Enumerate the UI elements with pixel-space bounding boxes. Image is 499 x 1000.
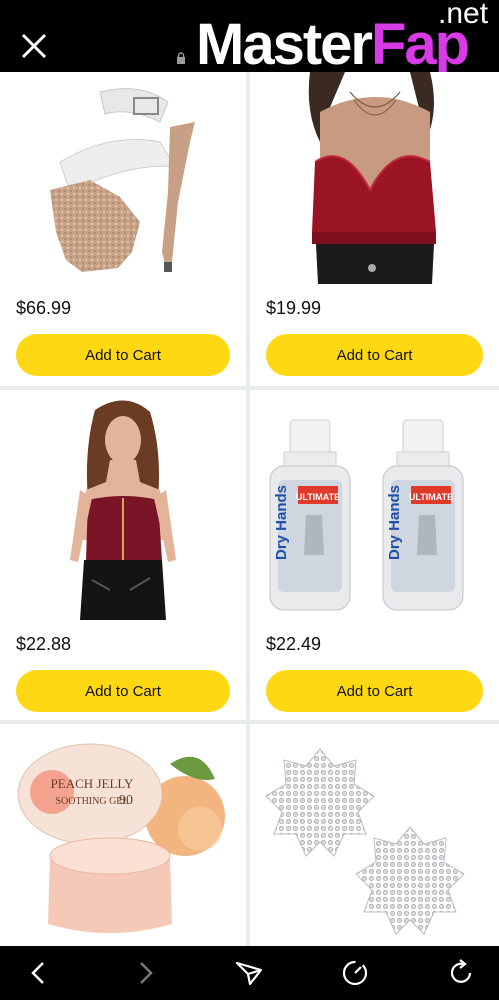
svg-text:ULTIMATE: ULTIMATE [409, 492, 453, 502]
product-grid: $66.99 Add to Cart $19.99 Add to Cart $2… [0, 72, 499, 946]
add-to-cart-button[interactable]: Add to Cart [16, 670, 230, 712]
product-card[interactable] [250, 724, 499, 946]
product-image[interactable]: PEACH JELLY SOOTHING GEL 90 [0, 724, 246, 946]
speed-icon [342, 960, 368, 986]
svg-text:SOOTHING GEL: SOOTHING GEL [55, 796, 128, 807]
product-image[interactable] [250, 724, 499, 946]
product-price: $22.88 [16, 634, 72, 654]
top-bar: MasterFap .net [0, 0, 499, 77]
product-card[interactable]: $66.99 Add to Cart [0, 72, 246, 386]
bottom-nav-bar [0, 946, 499, 1000]
product-card[interactable]: $19.99 Add to Cart [250, 72, 499, 386]
product-price: $66.99 [16, 298, 72, 318]
watermark-logo: MasterFap .net [196, 0, 489, 77]
add-to-cart-button[interactable]: Add to Cart [16, 334, 230, 376]
svg-text:Dry Hands: Dry Hands [386, 485, 403, 560]
svg-text:ULTIMATE: ULTIMATE [296, 492, 340, 502]
product-card[interactable]: ULTIMATE Dry Hands ULTIMATE Dry Hands $2… [250, 390, 499, 720]
product-image[interactable]: ULTIMATE Dry Hands ULTIMATE Dry Hands [250, 390, 499, 630]
close-button[interactable] [14, 26, 54, 66]
product-card[interactable]: PEACH JELLY SOOTHING GEL 90 [0, 724, 246, 946]
back-button[interactable] [24, 958, 54, 988]
share-icon [235, 961, 263, 986]
product-image[interactable] [0, 72, 246, 292]
forward-icon [140, 962, 153, 984]
product-price: $22.49 [266, 634, 322, 654]
reload-button[interactable] [446, 958, 476, 988]
svg-text:Dry Hands: Dry Hands [273, 485, 290, 560]
close-icon [21, 33, 47, 59]
product-image[interactable] [250, 72, 499, 292]
forward-button[interactable] [130, 958, 160, 988]
reload-icon [450, 959, 472, 983]
lock-icon [177, 52, 185, 64]
share-button[interactable] [234, 958, 264, 988]
svg-text:PEACH JELLY: PEACH JELLY [51, 776, 134, 791]
back-icon [31, 962, 44, 984]
product-price: $19.99 [266, 298, 322, 318]
product-image[interactable] [0, 390, 246, 630]
svg-text:90: 90 [119, 793, 133, 808]
product-card[interactable]: $22.88 Add to Cart [0, 390, 246, 720]
add-to-cart-button[interactable]: Add to Cart [266, 334, 483, 376]
add-to-cart-button[interactable]: Add to Cart [266, 670, 483, 712]
speed-button[interactable] [340, 958, 370, 988]
